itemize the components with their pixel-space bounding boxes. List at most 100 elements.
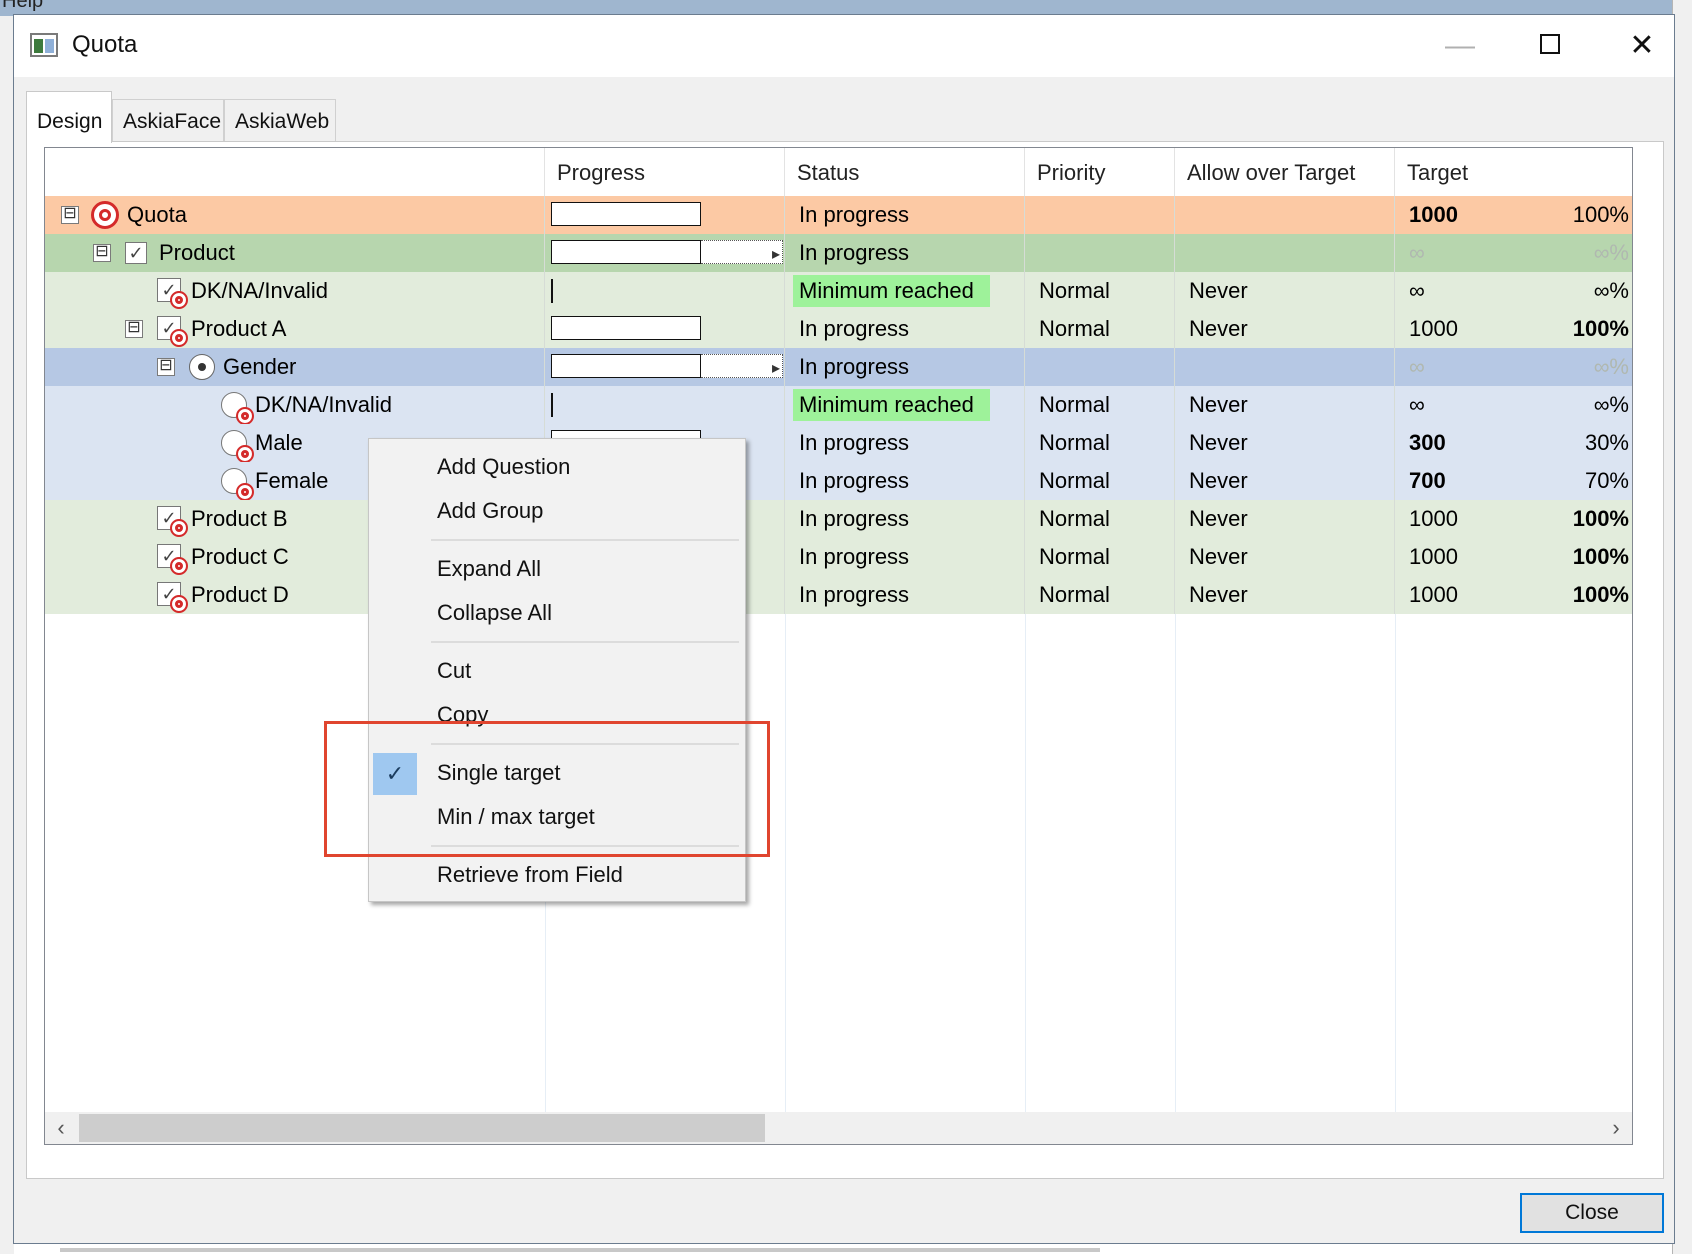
status-cell: Minimum reached bbox=[785, 272, 1025, 310]
name-cell-border bbox=[45, 310, 545, 348]
progress-cell bbox=[545, 348, 785, 386]
status-cell: Minimum reached bbox=[785, 386, 1025, 424]
name-cell-border bbox=[45, 386, 545, 424]
allow-cell: Never bbox=[1175, 386, 1395, 424]
allow-cell: Never bbox=[1175, 576, 1395, 614]
allow-cell bbox=[1175, 234, 1395, 272]
column-header-target[interactable]: Target bbox=[1395, 148, 1632, 196]
table-row-product-c[interactable]: ✓ Product C In progress Normal Never 100… bbox=[45, 538, 1632, 576]
allow-cell: Never bbox=[1175, 462, 1395, 500]
progress-cell bbox=[545, 272, 785, 310]
menu-item-add-question[interactable]: Add Question bbox=[369, 447, 745, 487]
target-cell: ∞ bbox=[1409, 354, 1425, 379]
status-cell: In progress bbox=[785, 196, 1025, 234]
title-bar: Quota — ✕ bbox=[14, 15, 1674, 77]
column-header-status[interactable]: Status bbox=[785, 148, 1025, 196]
menu-item-add-group[interactable]: Add Group bbox=[369, 491, 745, 531]
quota-tree-grid[interactable]: Progress Status Priority Allow over Targ… bbox=[44, 147, 1633, 1145]
background-app-right bbox=[1672, 0, 1692, 1254]
tab-askiaface[interactable]: AskiaFace bbox=[112, 99, 224, 141]
status-cell: In progress bbox=[785, 500, 1025, 538]
progress-cell bbox=[545, 310, 785, 348]
maximize-button[interactable] bbox=[1520, 23, 1580, 69]
priority-cell bbox=[1025, 348, 1175, 386]
target-cell: 1000 bbox=[1409, 316, 1458, 341]
progress-bar bbox=[551, 202, 701, 226]
target-cell: 1000 bbox=[1409, 544, 1458, 569]
target-cell: ∞ bbox=[1409, 240, 1425, 265]
status-cell: In progress bbox=[785, 234, 1025, 272]
table-row-dk-na-invalid[interactable]: ✓ DK/NA/Invalid Minimum reached Normal N… bbox=[45, 272, 1632, 310]
scrollbar-thumb[interactable] bbox=[79, 1114, 765, 1142]
scroll-left-icon[interactable]: ‹ bbox=[45, 1112, 77, 1144]
column-header-allow-over-target[interactable]: Allow over Target bbox=[1175, 148, 1395, 196]
name-cell-border bbox=[45, 196, 545, 234]
status-cell: In progress bbox=[785, 538, 1025, 576]
target-cell: ∞ bbox=[1409, 392, 1425, 417]
status-cell: In progress bbox=[785, 424, 1025, 462]
table-row-product-d[interactable]: ✓ Product D In progress Normal Never 100… bbox=[45, 576, 1632, 614]
column-header-priority[interactable]: Priority bbox=[1025, 148, 1175, 196]
allow-cell: Never bbox=[1175, 500, 1395, 538]
target-pct-cell: 100% bbox=[1572, 202, 1629, 227]
target-pct-cell: ∞% bbox=[1593, 240, 1629, 265]
close-window-button[interactable]: ✕ bbox=[1612, 23, 1672, 69]
horizontal-scrollbar[interactable]: ‹ › bbox=[45, 1112, 1632, 1144]
target-pct-cell: 100% bbox=[1572, 582, 1629, 607]
table-row-female[interactable]: Female In progress Normal Never 700 70% bbox=[45, 462, 1632, 501]
progress-cell bbox=[545, 234, 785, 272]
menu-item-collapse-all[interactable]: Collapse All bbox=[369, 593, 745, 633]
progress-cell bbox=[545, 196, 785, 234]
table-row-product[interactable]: ⊟ ✓ Product In progress ∞ ∞% bbox=[45, 234, 1632, 272]
target-cell: 1000 bbox=[1409, 506, 1458, 531]
allow-cell: Never bbox=[1175, 310, 1395, 348]
name-cell-border bbox=[45, 348, 545, 386]
menu-item-cut[interactable]: Cut bbox=[369, 651, 745, 691]
allow-cell: Never bbox=[1175, 272, 1395, 310]
minimize-button[interactable]: — bbox=[1430, 23, 1490, 69]
tab-askiaweb[interactable]: AskiaWeb bbox=[224, 99, 336, 141]
progress-bar-overflow bbox=[701, 236, 783, 272]
column-header-progress[interactable]: Progress bbox=[545, 148, 785, 196]
name-cell-border bbox=[45, 234, 545, 272]
progress-cell bbox=[545, 386, 785, 424]
partial-menu-text: Help bbox=[2, 0, 44, 12]
target-pct-cell: ∞% bbox=[1593, 354, 1629, 379]
scroll-right-icon[interactable]: › bbox=[1600, 1112, 1632, 1144]
name-cell-border bbox=[45, 272, 545, 310]
tab-design[interactable]: Design bbox=[26, 91, 112, 143]
menu-separator bbox=[431, 539, 739, 541]
progress-bar bbox=[551, 240, 701, 264]
status-cell: In progress bbox=[785, 310, 1025, 348]
maximize-icon bbox=[1540, 34, 1560, 55]
status-badge: Minimum reached bbox=[793, 275, 990, 307]
priority-cell: Normal bbox=[1025, 386, 1175, 424]
menu-item-expand-all[interactable]: Expand All bbox=[369, 549, 745, 589]
table-row-gender[interactable]: ⊟ Gender In progress ∞ ∞% bbox=[45, 348, 1632, 386]
target-pct-cell: 100% bbox=[1572, 506, 1629, 531]
target-cell: ∞ bbox=[1409, 278, 1425, 303]
column-header-name[interactable] bbox=[45, 148, 545, 196]
table-row-male[interactable]: Male In progress Normal Never 300 30% bbox=[45, 424, 1632, 463]
priority-cell bbox=[1025, 196, 1175, 234]
target-pct-cell: 100% bbox=[1572, 316, 1629, 341]
menu-separator bbox=[431, 641, 739, 643]
priority-cell: Normal bbox=[1025, 310, 1175, 348]
table-row-gender-dk-na-invalid[interactable]: DK/NA/Invalid Minimum reached Normal Nev… bbox=[45, 386, 1632, 425]
allow-cell: Never bbox=[1175, 538, 1395, 576]
allow-cell bbox=[1175, 348, 1395, 386]
table-row-quota[interactable]: ⊟ Quota In progress 1000 100% bbox=[45, 196, 1632, 234]
table-row-product-a[interactable]: ⊟ ✓ Product A In progress Normal Never 1… bbox=[45, 310, 1632, 348]
status-badge: Minimum reached bbox=[793, 389, 990, 421]
target-cell: 1000 bbox=[1409, 202, 1458, 227]
status-cell: In progress bbox=[785, 576, 1025, 614]
target-pct-cell: ∞% bbox=[1593, 278, 1629, 303]
target-pct-cell: 70% bbox=[1584, 468, 1629, 493]
menu-item-retrieve-from-field[interactable]: Retrieve from Field bbox=[369, 855, 745, 895]
close-button[interactable]: Close bbox=[1520, 1193, 1664, 1233]
priority-cell: Normal bbox=[1025, 500, 1175, 538]
table-row-product-b[interactable]: ✓ Product B In progress Normal Never 100… bbox=[45, 500, 1632, 538]
progress-bar bbox=[551, 279, 553, 303]
grid-header: Progress Status Priority Allow over Targ… bbox=[45, 148, 1632, 196]
allow-cell bbox=[1175, 196, 1395, 234]
